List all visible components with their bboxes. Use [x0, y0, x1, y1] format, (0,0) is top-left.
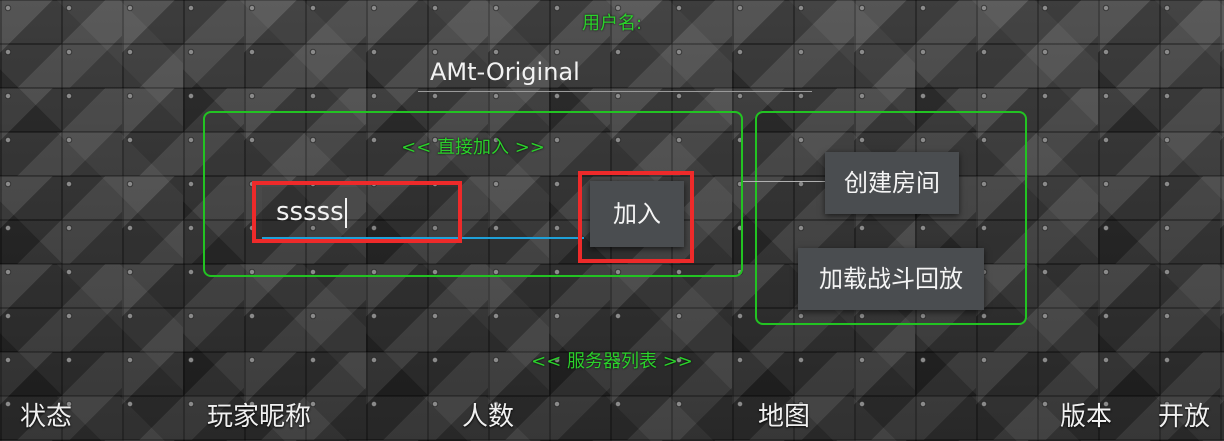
- username-input[interactable]: AMt-Original: [418, 50, 812, 92]
- column-header-players[interactable]: 人数: [462, 396, 514, 433]
- column-header-open[interactable]: 开放: [1158, 396, 1210, 433]
- column-header-version[interactable]: 版本: [1060, 396, 1112, 433]
- direct-join-label: << 直接加入 >>: [401, 137, 545, 158]
- column-header-status[interactable]: 状态: [20, 396, 72, 433]
- join-highlight-box: [578, 171, 694, 263]
- divider-line: [743, 181, 825, 182]
- column-header-nickname[interactable]: 玩家昵称: [207, 396, 311, 433]
- load-replay-button[interactable]: 加载战斗回放: [798, 248, 984, 310]
- column-header-map[interactable]: 地图: [758, 396, 810, 433]
- create-room-button[interactable]: 创建房间: [825, 152, 959, 214]
- input-highlight-box: [252, 181, 462, 243]
- username-label: 用户名:: [581, 13, 643, 34]
- server-list-label: << 服务器列表 >>: [531, 351, 693, 372]
